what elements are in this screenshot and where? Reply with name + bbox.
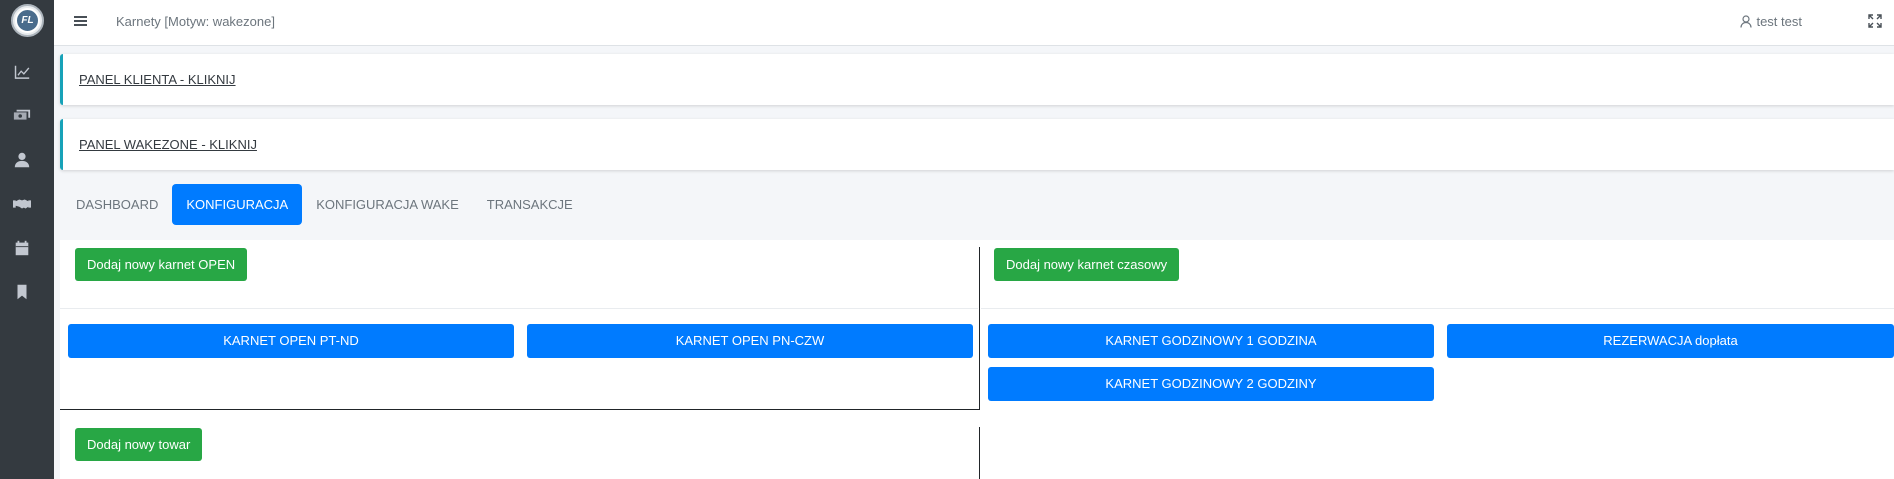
money-icon[interactable]	[12, 106, 32, 126]
user-name: test test	[1756, 14, 1802, 29]
wakezone-panel-card: PANEL WAKEZONE - KLIKNIJ	[60, 119, 1894, 170]
divider	[60, 308, 978, 309]
user-menu[interactable]: test test	[1740, 14, 1802, 29]
chart-line-icon[interactable]	[12, 62, 32, 82]
client-panel-link[interactable]: PANEL KLIENTA - KLIKNIJ	[79, 72, 236, 87]
tab-bar: DASHBOARD KONFIGURACJA KONFIGURACJA WAKE…	[62, 184, 587, 225]
tab-dashboard[interactable]: DASHBOARD	[62, 184, 172, 225]
sidebar: FL	[0, 0, 54, 479]
open-pass-pn-czw-button[interactable]: KARNET OPEN PN-CZW	[527, 324, 973, 358]
top-navbar: Karnety [Motyw: wakezone] test test	[54, 0, 1894, 46]
fullscreen-icon[interactable]	[1868, 14, 1882, 28]
time-pass-2h-button[interactable]: KARNET GODZINOWY 2 GODZINY	[988, 367, 1434, 401]
bookmark-icon[interactable]	[12, 282, 32, 302]
add-product-button[interactable]: Dodaj nowy towar	[75, 428, 203, 461]
add-open-pass-button[interactable]: Dodaj nowy karnet OPEN	[75, 248, 248, 281]
app-logo[interactable]: FL	[11, 4, 44, 37]
wakezone-panel-link[interactable]: PANEL WAKEZONE - KLIKNIJ	[79, 137, 257, 152]
user-outline-icon	[1740, 15, 1753, 28]
handshake-icon[interactable]	[12, 194, 32, 214]
tab-konfiguracja-wake[interactable]: KONFIGURACJA WAKE	[302, 184, 473, 225]
client-panel-card: PANEL KLIENTA - KLIKNIJ	[60, 54, 1894, 105]
column-divider	[979, 427, 980, 479]
open-pass-pt-nd-button[interactable]: KARNET OPEN PT-ND	[68, 324, 514, 358]
divider	[60, 409, 980, 410]
hamburger-menu-icon[interactable]	[74, 14, 90, 30]
config-content: Dodaj nowy karnet OPEN KARNET OPEN PT-ND…	[60, 240, 1894, 479]
tab-transakcje[interactable]: TRANSAKCJE	[473, 184, 587, 225]
add-time-pass-button[interactable]: Dodaj nowy karnet czasowy	[994, 248, 1180, 281]
logo-text: FL	[15, 8, 40, 33]
user-icon[interactable]	[12, 150, 32, 170]
calendar-icon[interactable]	[12, 238, 32, 258]
reservation-surcharge-button[interactable]: REZERWACJA dopłata	[1447, 324, 1894, 358]
tab-konfiguracja[interactable]: KONFIGURACJA	[172, 184, 303, 225]
time-pass-1h-button[interactable]: KARNET GODZINOWY 1 GODZINA	[988, 324, 1434, 358]
page-title: Karnety [Motyw: wakezone]	[116, 14, 275, 29]
divider	[981, 308, 1894, 309]
column-divider	[979, 247, 980, 409]
